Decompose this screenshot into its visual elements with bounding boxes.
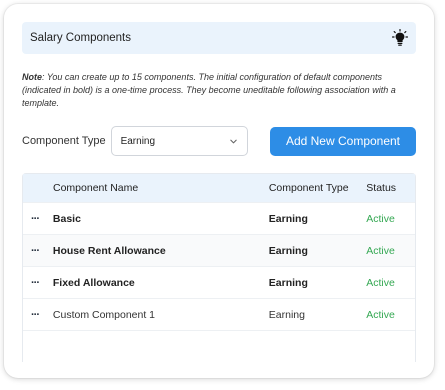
row-actions-menu[interactable]: ···	[23, 213, 53, 225]
status-badge: Active	[366, 308, 395, 321]
component-name: Basic	[52, 212, 81, 225]
lightbulb-icon[interactable]	[392, 29, 408, 47]
status-badge: Active	[366, 276, 395, 289]
table-empty-row	[23, 330, 415, 360]
column-header-name[interactable]: Component Name	[23, 182, 269, 194]
component-type: Earning	[268, 244, 308, 257]
add-new-component-button[interactable]: Add New Component	[270, 126, 416, 156]
salary-components-banner: Salary Components	[22, 22, 416, 54]
column-header-type[interactable]: Component Type	[269, 182, 366, 194]
component-type-selected-value: Earning	[120, 135, 156, 147]
note-label: Note	[22, 72, 42, 82]
component-type-select[interactable]: Earning	[110, 126, 248, 156]
info-note: Note: You can create up to 15 components…	[22, 71, 416, 110]
component-type-filter-row: Component Type Earning Add New Component	[22, 126, 416, 156]
components-table: Component Name Component Type Status ···…	[22, 173, 416, 362]
chevron-down-icon	[229, 139, 237, 143]
component-type: Earning	[268, 212, 308, 225]
component-name: Custom Component 1	[52, 308, 156, 321]
note-text: : You can create up to 15 components. Th…	[22, 72, 396, 108]
row-actions-menu[interactable]: ···	[23, 245, 53, 257]
component-type-label: Component Type	[22, 135, 106, 147]
row-actions-menu[interactable]: ···	[23, 309, 53, 321]
table-row[interactable]: ··· Basic Earning Active	[23, 202, 415, 234]
status-badge: Active	[366, 244, 395, 257]
component-name: House Rent Allowance	[52, 244, 166, 257]
banner-title: Salary Components	[30, 32, 131, 44]
component-type: Earning	[268, 308, 305, 321]
table-header: Component Name Component Type Status	[23, 174, 415, 202]
component-type: Earning	[268, 276, 308, 289]
salary-components-card: Salary Components Note: You can create u…	[4, 4, 434, 378]
column-header-status[interactable]: Status	[366, 182, 415, 194]
table-row[interactable]: ··· Fixed Allowance Earning Active	[23, 266, 415, 298]
table-row[interactable]: ··· House Rent Allowance Earning Active	[23, 234, 415, 266]
table-row[interactable]: ··· Custom Component 1 Earning Active	[23, 298, 415, 330]
row-actions-menu[interactable]: ···	[23, 277, 53, 289]
component-name: Fixed Allowance	[52, 276, 135, 289]
status-badge: Active	[366, 212, 395, 225]
